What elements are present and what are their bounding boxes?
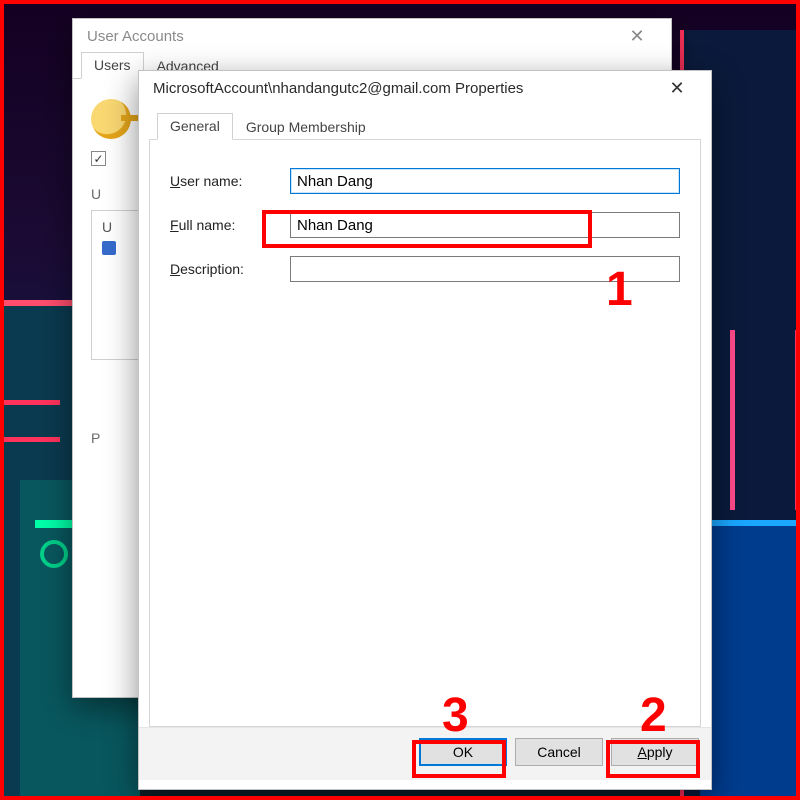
close-icon[interactable]: ✕ [655, 79, 699, 97]
user-avatar-icon [102, 241, 116, 255]
account-properties-window: MicrosoftAccount\nhandangutc2@gmail.com … [138, 70, 712, 790]
window-title: User Accounts [87, 28, 184, 45]
user-accounts-icon [91, 99, 131, 139]
close-icon[interactable]: ✕ [615, 27, 659, 45]
fullname-label: Full name: [170, 217, 290, 233]
ok-button[interactable]: OK [419, 738, 507, 766]
tab-general[interactable]: General [157, 113, 233, 140]
cancel-button[interactable]: Cancel [515, 738, 603, 766]
window-title: MicrosoftAccount\nhandangutc2@gmail.com … [153, 80, 523, 97]
tabstrip-properties: General Group Membership [149, 111, 701, 139]
tab-group-membership[interactable]: Group Membership [233, 114, 379, 140]
tab-users[interactable]: Users [81, 52, 144, 79]
description-input[interactable] [290, 256, 680, 282]
checkbox-icon: ✓ [91, 151, 106, 166]
fullname-input[interactable] [290, 212, 680, 238]
apply-button[interactable]: Apply [611, 738, 699, 766]
username-input[interactable] [290, 168, 680, 194]
username-label: User name: [170, 173, 290, 189]
dialog-button-row: OK Cancel Apply [139, 727, 711, 780]
description-label: Description: [170, 261, 290, 277]
